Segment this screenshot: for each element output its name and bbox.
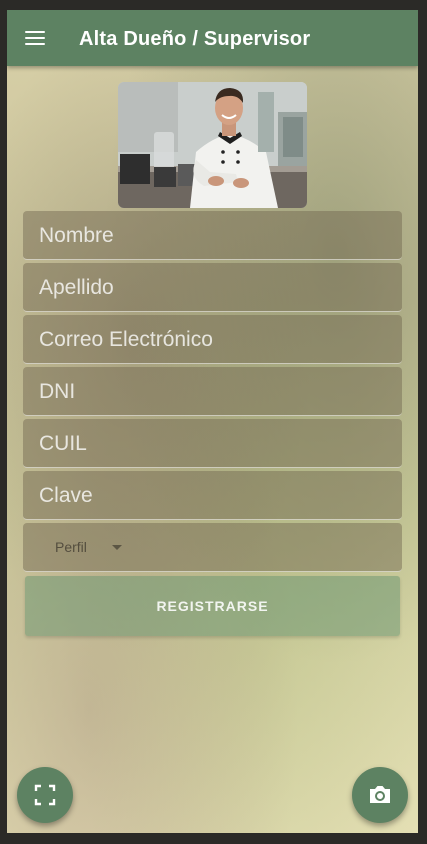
apellido-field[interactable]: Apellido — [23, 263, 402, 312]
perfil-select[interactable]: Perfil — [23, 523, 402, 572]
chevron-down-icon — [112, 545, 122, 550]
camera-icon — [370, 786, 390, 803]
fullscreen-icon — [34, 784, 56, 806]
clave-placeholder: Clave — [39, 484, 93, 507]
apellido-placeholder: Apellido — [39, 276, 114, 299]
nombre-field[interactable]: Nombre — [23, 211, 402, 260]
page-title: Alta Dueño / Supervisor — [79, 28, 311, 50]
clave-field[interactable]: Clave — [23, 471, 402, 520]
nombre-placeholder: Nombre — [39, 224, 114, 247]
camera-button[interactable] — [352, 767, 408, 823]
dni-placeholder: DNI — [39, 380, 76, 403]
perfil-select-value: Perfil — [55, 539, 87, 555]
fullscreen-button[interactable] — [17, 767, 73, 823]
app-frame: Alta Dueño / Supervisor Nombre Apellido … — [7, 10, 418, 833]
cuil-placeholder: CUIL — [39, 432, 87, 455]
menu-icon[interactable] — [25, 31, 45, 46]
dni-field[interactable]: DNI — [23, 367, 402, 416]
correo-field[interactable]: Correo Electrónico — [23, 315, 402, 364]
register-button-label: REGISTRARSE — [156, 598, 269, 614]
register-button[interactable]: REGISTRARSE — [25, 576, 400, 636]
app-bar: Alta Dueño / Supervisor — [7, 10, 418, 66]
cuil-field[interactable]: CUIL — [23, 419, 402, 468]
chef-photo — [118, 82, 307, 208]
correo-placeholder: Correo Electrónico — [39, 328, 213, 351]
